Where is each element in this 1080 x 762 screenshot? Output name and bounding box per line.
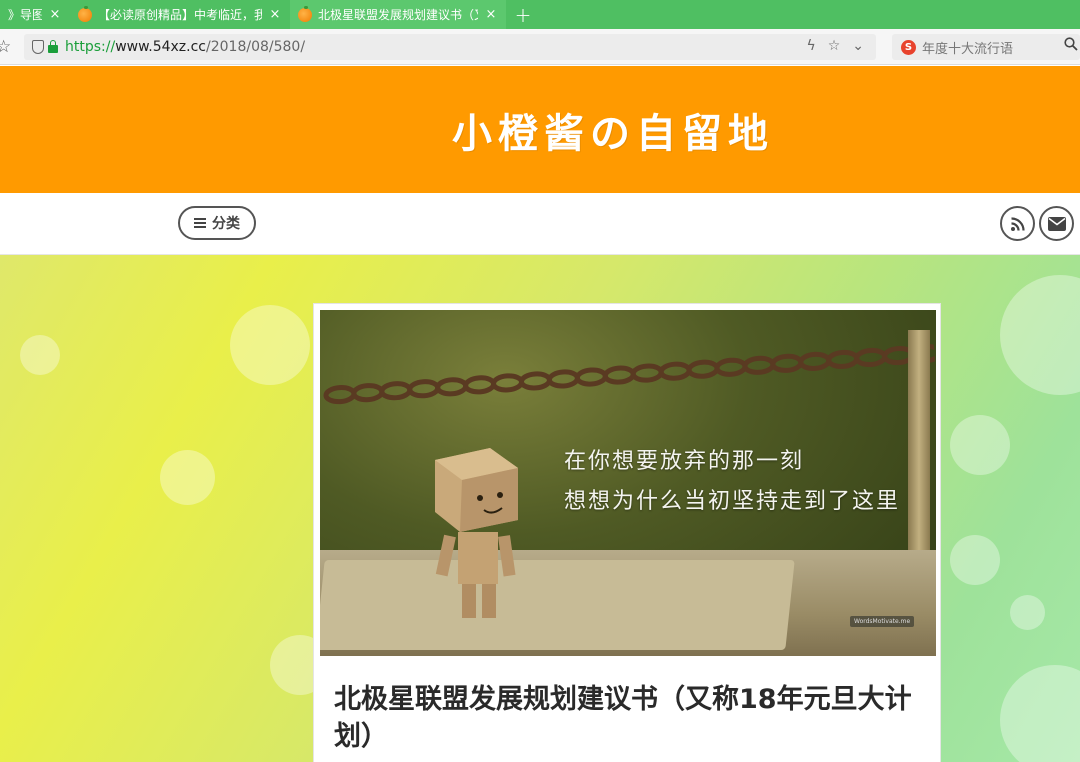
- rss-icon: [1010, 216, 1025, 231]
- danbo-robot-illustration: [435, 448, 518, 618]
- bokeh-decoration: [950, 415, 1010, 475]
- image-quote: 在你想要放弃的那一刻 想想为什么当初坚持走到了这里: [564, 442, 900, 522]
- site-header: 小橙酱の自留地: [0, 66, 1080, 193]
- url-host: www.54xz.cc: [115, 39, 206, 55]
- bokeh-decoration: [1000, 665, 1080, 762]
- chevron-down-icon[interactable]: ⌄: [852, 38, 864, 54]
- shield-icon[interactable]: [32, 40, 44, 54]
- image-quote-line: 想想为什么当初坚持走到了这里: [564, 489, 901, 514]
- tab-strip: 》导图 × 【必读原创精品】中考临近，我 × 北极星联盟发展规划建议书（又 × …: [0, 0, 1080, 29]
- bokeh-decoration: [1000, 275, 1080, 395]
- address-bar-row: ☆ https://www.54xz.cc/2018/08/580/ ϟ ☆ ⌄…: [0, 29, 1080, 65]
- favorite-star-icon[interactable]: ☆: [828, 38, 841, 54]
- search-placeholder: 年度十大流行语: [922, 41, 1014, 57]
- image-quote-line: 在你想要放弃的那一刻: [564, 449, 805, 474]
- url-text: https://www.54xz.cc/2018/08/580/: [65, 39, 305, 55]
- search-icon[interactable]: [1064, 37, 1078, 55]
- tab-title: 【必读原创精品】中考临近，我: [98, 8, 262, 22]
- image-watermark: WordsMotivate.me: [850, 616, 915, 627]
- category-menu-button[interactable]: 分类: [178, 206, 256, 240]
- stone-illustration: [320, 560, 795, 650]
- bokeh-decoration: [950, 535, 1000, 585]
- tab-title: 》导图: [8, 8, 42, 22]
- post-thumbnail[interactable]: 在你想要放弃的那一刻 想想为什么当初坚持走到了这里 WordsMotivate.…: [320, 310, 936, 656]
- mail-button[interactable]: [1039, 206, 1074, 241]
- menu-icon: [194, 218, 206, 228]
- search-engine-icon[interactable]: S: [901, 39, 916, 55]
- mail-icon: [1047, 216, 1066, 231]
- nav-bar: 分类: [0, 193, 1080, 255]
- tab-1[interactable]: 》导图 ×: [0, 0, 70, 29]
- post-card: 在你想要放弃的那一刻 想想为什么当初坚持走到了这里 WordsMotivate.…: [313, 303, 941, 762]
- new-tab-button[interactable]: +: [506, 0, 540, 29]
- bokeh-decoration: [160, 450, 215, 505]
- bookmark-star-icon[interactable]: ☆: [0, 37, 11, 57]
- bokeh-decoration: [1010, 595, 1045, 630]
- tab-2[interactable]: 【必读原创精品】中考临近，我 ×: [70, 0, 290, 29]
- tab-title: 北极星联盟发展规划建议书（又: [318, 8, 478, 22]
- close-icon[interactable]: ×: [484, 7, 498, 22]
- bokeh-decoration: [20, 335, 60, 375]
- close-icon[interactable]: ×: [268, 7, 282, 22]
- tab-3-active[interactable]: 北极星联盟发展规划建议书（又 ×: [290, 0, 506, 29]
- category-label: 分类: [212, 216, 240, 232]
- url-path: /2018/08/580/: [206, 39, 306, 55]
- orange-favicon-icon: [298, 5, 312, 22]
- search-field[interactable]: S 年度十大流行语: [892, 34, 1080, 60]
- url-field[interactable]: https://www.54xz.cc/2018/08/580/ ϟ ☆ ⌄: [24, 34, 876, 60]
- site-title[interactable]: 小橙酱の自留地: [452, 101, 774, 159]
- post-title[interactable]: 北极星联盟发展规划建议书（又称18年元旦大计划）: [334, 681, 914, 755]
- lightning-icon[interactable]: ϟ: [806, 38, 815, 54]
- orange-favicon-icon: [78, 5, 92, 22]
- close-icon[interactable]: ×: [48, 7, 62, 22]
- url-scheme: https://: [65, 39, 116, 55]
- lock-icon[interactable]: [48, 40, 58, 53]
- bokeh-decoration: [230, 305, 310, 385]
- rss-button[interactable]: [1000, 206, 1035, 241]
